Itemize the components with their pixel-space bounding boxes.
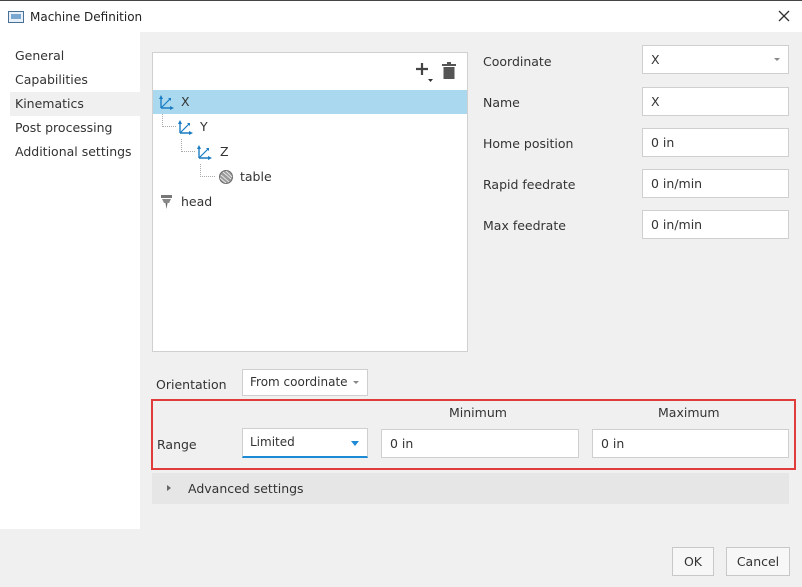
tree-node-label: head — [181, 194, 213, 209]
tree-node-x[interactable]: X — [153, 90, 467, 114]
close-icon — [778, 10, 790, 22]
chevron-down-icon — [774, 58, 780, 61]
rapid-feedrate-field[interactable]: 0 in/min — [642, 169, 789, 198]
tree-node-z[interactable]: Z — [153, 140, 467, 164]
coordinate-select[interactable]: X — [642, 45, 789, 74]
kinematics-tree: X Y Z table head — [152, 52, 468, 352]
name-field[interactable]: X — [642, 87, 789, 116]
coordinate-label: Coordinate — [483, 54, 552, 69]
chevron-down-icon — [351, 441, 359, 446]
range-maximum-field[interactable]: 0 in — [592, 429, 789, 458]
name-value: X — [651, 94, 660, 109]
maximum-label: Maximum — [658, 405, 720, 420]
range-value: Limited — [250, 435, 295, 449]
home-position-label: Home position — [483, 136, 574, 151]
plus-icon — [416, 63, 433, 82]
tree-node-label: table — [240, 169, 272, 184]
axis-icon — [159, 95, 174, 110]
sidebar-item-capabilities[interactable]: Capabilities — [10, 68, 140, 92]
window-title: Machine Definition — [30, 10, 143, 24]
range-select[interactable]: Limited — [242, 428, 368, 458]
tree-node-head[interactable]: head — [153, 190, 467, 214]
orientation-label: Orientation — [156, 377, 227, 392]
orientation-select[interactable]: From coordinate — [242, 369, 368, 396]
cancel-button[interactable]: Cancel — [726, 547, 790, 576]
rapid-feedrate-label: Rapid feedrate — [483, 177, 576, 192]
sidebar-item-kinematics[interactable]: Kinematics — [10, 92, 140, 116]
close-button[interactable] — [774, 6, 794, 26]
rapid-feedrate-value: 0 in/min — [651, 176, 703, 191]
chevron-down-icon — [353, 381, 359, 384]
add-button[interactable] — [415, 62, 433, 84]
tree-node-label: Y — [200, 119, 208, 134]
sidebar-item-additional-settings[interactable]: Additional settings — [10, 140, 140, 164]
sidebar-item-general[interactable]: General — [10, 44, 140, 68]
machine-icon — [8, 11, 24, 23]
head-icon — [161, 195, 172, 209]
axis-icon — [178, 120, 193, 135]
orientation-value: From coordinate — [250, 375, 348, 389]
tree-node-label: Z — [220, 144, 229, 159]
axis-icon — [197, 145, 212, 160]
trash-icon — [442, 62, 456, 79]
chevron-right-icon — [167, 485, 171, 491]
minimum-label: Minimum — [449, 405, 507, 420]
range-label: Range — [157, 437, 197, 452]
tree-node-label: X — [181, 94, 190, 109]
title-bar: Machine Definition — [0, 0, 802, 32]
tree-node-y[interactable]: Y — [153, 115, 467, 139]
max-feedrate-value: 0 in/min — [651, 217, 703, 232]
range-maximum-value: 0 in — [601, 436, 625, 451]
delete-button[interactable] — [442, 62, 456, 80]
home-position-value: 0 in — [651, 135, 675, 150]
sidebar: General Capabilities Kinematics Post pro… — [0, 32, 140, 529]
coordinate-value: X — [651, 52, 660, 67]
advanced-settings-header[interactable]: Advanced settings — [152, 473, 789, 504]
range-minimum-field[interactable]: 0 in — [381, 429, 579, 458]
table-icon — [219, 170, 233, 184]
tree-node-table[interactable]: table — [153, 165, 467, 189]
sidebar-item-post-processing[interactable]: Post processing — [10, 116, 140, 140]
advanced-settings-label: Advanced settings — [188, 481, 304, 496]
max-feedrate-field[interactable]: 0 in/min — [642, 210, 789, 239]
max-feedrate-label: Max feedrate — [483, 218, 566, 233]
home-position-field[interactable]: 0 in — [642, 128, 789, 157]
name-label: Name — [483, 95, 520, 110]
range-minimum-value: 0 in — [390, 436, 414, 451]
ok-button[interactable]: OK — [672, 547, 714, 576]
